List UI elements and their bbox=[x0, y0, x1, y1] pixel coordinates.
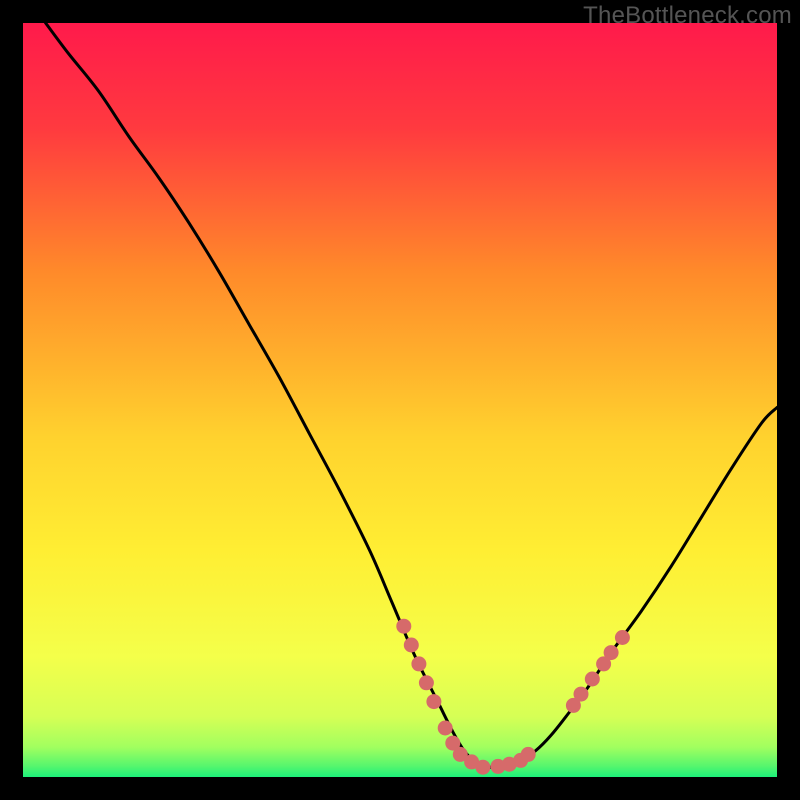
curve-marker bbox=[411, 656, 426, 671]
curve-marker bbox=[396, 619, 411, 634]
curve-marker bbox=[521, 747, 536, 762]
curve-marker bbox=[426, 694, 441, 709]
curve-marker bbox=[404, 638, 419, 653]
curve-marker bbox=[438, 721, 453, 736]
chart-container: TheBottleneck.com bbox=[0, 0, 800, 800]
curve-marker bbox=[475, 760, 490, 775]
curve-marker bbox=[585, 672, 600, 687]
curve-marker bbox=[604, 645, 619, 660]
curve-marker bbox=[574, 687, 589, 702]
curve-marker bbox=[615, 630, 630, 645]
gradient-background bbox=[23, 23, 777, 777]
curve-marker bbox=[419, 675, 434, 690]
bottleneck-chart bbox=[23, 23, 777, 777]
